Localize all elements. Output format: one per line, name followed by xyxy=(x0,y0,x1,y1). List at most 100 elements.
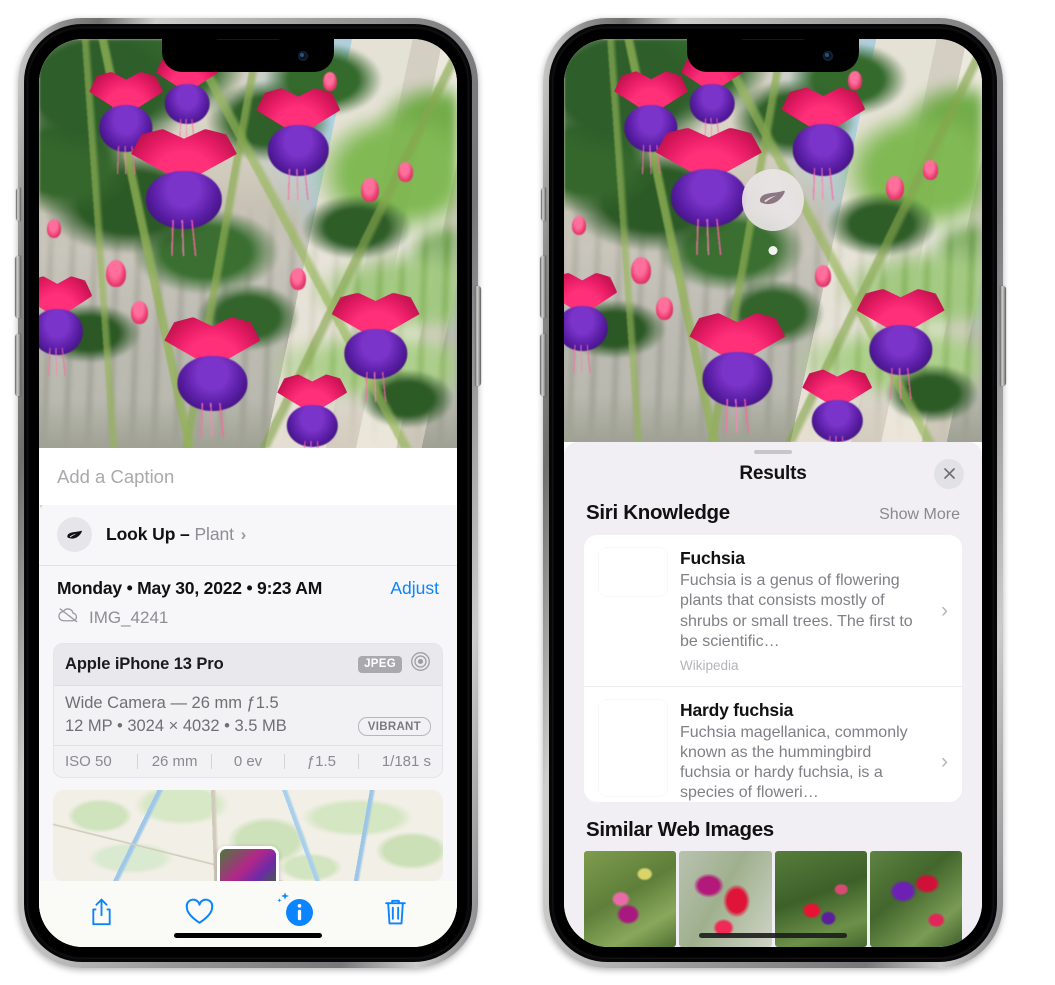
exif-lens-info: Wide Camera — 26 mm ƒ1.5 12 MP • 3024 × … xyxy=(54,686,442,745)
fuchsia-bud xyxy=(923,159,939,180)
favorite-button[interactable] xyxy=(184,898,215,926)
photo-datetime: Monday • May 30, 2022 • 9:23 AM xyxy=(57,578,323,598)
fuchsia-bud xyxy=(814,264,831,287)
adjust-button[interactable]: Adjust xyxy=(390,578,439,599)
icloud-slash-icon xyxy=(57,606,80,629)
side-power-button[interactable] xyxy=(475,286,481,386)
lens-line: Wide Camera — 26 mm ƒ1.5 xyxy=(65,694,279,712)
leaf-icon xyxy=(57,517,92,552)
visual-look-up-anchor-dot xyxy=(768,246,778,256)
share-button[interactable] xyxy=(88,897,115,928)
siri-knowledge-header: Siri Knowledge Show More xyxy=(564,493,982,535)
close-icon xyxy=(943,468,955,480)
fuchsia-bud xyxy=(655,296,673,320)
look-up-subject: Plant xyxy=(194,524,234,544)
fuchsia-bud xyxy=(323,71,338,91)
results-header: Results xyxy=(564,454,982,493)
fuchsia-blossom xyxy=(277,374,348,448)
siri-knowledge-title: Siri Knowledge xyxy=(586,501,730,525)
location-map-card[interactable] xyxy=(53,790,443,881)
photographic-style-badge: VIBRANT xyxy=(357,717,431,736)
exif-exposure: 0 ev xyxy=(233,753,263,770)
metadata-block: Monday • May 30, 2022 • 9:23 AM Adjust I… xyxy=(39,566,457,639)
camera-device-name: Apple iPhone 13 Pro xyxy=(65,654,224,673)
home-indicator[interactable] xyxy=(174,933,322,938)
visual-look-up-badge[interactable] xyxy=(742,169,804,232)
fuchsia-blossom xyxy=(164,317,261,437)
look-up-label: Look Up – Plant › xyxy=(106,524,246,545)
format-badge: JPEG xyxy=(358,655,402,673)
map-photo-pin[interactable] xyxy=(217,846,279,881)
volume-up-button[interactable] xyxy=(540,256,546,318)
device-screen: Add a Caption Look Up – Plant › Monday •… xyxy=(39,39,457,947)
info-button[interactable] xyxy=(277,891,314,927)
caption-placeholder: Add a Caption xyxy=(57,465,175,487)
info-scroll-area[interactable]: Look Up – Plant › Monday • May 30, 2022 … xyxy=(39,505,457,881)
similar-web-images-header: Similar Web Images xyxy=(564,802,982,851)
fuchsia-blossom xyxy=(331,292,420,403)
fuchsia-bud xyxy=(360,178,379,203)
fuchsia-bud xyxy=(130,300,148,324)
fuchsia-blossom xyxy=(39,276,93,377)
display-notch xyxy=(162,39,334,72)
mute-switch[interactable] xyxy=(541,188,546,221)
delete-button[interactable] xyxy=(383,897,408,927)
leaf-icon xyxy=(756,181,790,220)
photo-viewer[interactable] xyxy=(39,39,457,448)
fuchsia-bud xyxy=(630,256,651,284)
web-image-4[interactable] xyxy=(869,850,962,947)
volume-down-button[interactable] xyxy=(540,334,546,396)
knowledge-title: Hardy fuchsia xyxy=(680,699,794,720)
fuchsia-bud xyxy=(885,176,904,201)
device-screen: Results Siri Knowledge Show More Fuchsia… xyxy=(564,39,982,947)
close-button[interactable] xyxy=(934,458,964,489)
web-image-1[interactable] xyxy=(584,850,677,947)
show-more-button[interactable]: Show More xyxy=(879,506,960,524)
fuchsia-bud xyxy=(289,268,306,291)
aperture-icon xyxy=(410,651,431,677)
screenshot-root: Add a Caption Look Up – Plant › Monday •… xyxy=(0,0,1055,985)
volume-up-button[interactable] xyxy=(15,256,21,318)
exif-card[interactable]: Apple iPhone 13 Pro JPEG Wide Camera — 2… xyxy=(53,643,443,778)
knowledge-title: Fuchsia xyxy=(680,548,745,569)
iphone-right-visual-lookup: Results Siri Knowledge Show More Fuchsia… xyxy=(540,18,1006,968)
front-camera xyxy=(823,51,833,61)
fuchsia-bud xyxy=(398,161,414,182)
results-sheet: Results Siri Knowledge Show More Fuchsia… xyxy=(564,442,982,947)
fuchsia-blossom xyxy=(256,88,341,201)
fuchsia-blossom xyxy=(802,369,873,442)
fuchsia-bud xyxy=(848,71,863,91)
fuchsia-blossom xyxy=(564,272,618,373)
chevron-right-icon: › xyxy=(941,598,948,622)
exif-focal-length: 26 mm xyxy=(151,753,198,770)
knowledge-source: Wikipedia xyxy=(680,657,739,673)
knowledge-thumbnail xyxy=(599,700,667,796)
fuchsia-bud xyxy=(47,218,62,238)
exif-aperture: ƒ1.5 xyxy=(306,753,337,770)
side-power-button[interactable] xyxy=(1000,286,1006,386)
look-up-row[interactable]: Look Up – Plant › xyxy=(39,505,457,566)
sparkles-icon xyxy=(39,505,52,520)
chevron-right-icon: › xyxy=(240,525,247,544)
photo-info-sheet: Add a Caption Look Up – Plant › Monday •… xyxy=(39,448,457,947)
knowledge-item-fuchsia[interactable]: Fuchsia Fuchsia is a genus of flowering … xyxy=(584,535,962,686)
knowledge-item-hardy-fuchsia[interactable]: Hardy fuchsia Fuchsia magellanica, commo… xyxy=(584,685,962,802)
resolution-line: 12 MP • 3024 × 4032 • 3.5 MB xyxy=(65,717,287,735)
siri-knowledge-card: Fuchsia Fuchsia is a genus of flowering … xyxy=(584,535,962,802)
exif-shutter-speed: 1/181 s xyxy=(381,753,432,770)
iphone-left-photos-info: Add a Caption Look Up – Plant › Monday •… xyxy=(15,18,481,968)
fuchsia-blossom xyxy=(130,128,237,256)
fuchsia-blossom xyxy=(856,288,945,399)
volume-down-button[interactable] xyxy=(15,334,21,396)
knowledge-description: Fuchsia is a genus of flowering plants t… xyxy=(680,572,913,650)
caption-field[interactable]: Add a Caption xyxy=(39,448,457,505)
mute-switch[interactable] xyxy=(16,188,21,221)
chevron-right-icon: › xyxy=(941,750,948,774)
exif-iso: ISO 50 xyxy=(65,753,112,770)
fuchsia-blossom xyxy=(781,87,866,200)
display-notch xyxy=(687,39,859,72)
photo-viewer[interactable] xyxy=(564,39,982,442)
fuchsia-blossom xyxy=(689,313,786,433)
earpiece-speaker xyxy=(215,39,281,40)
home-indicator[interactable] xyxy=(699,933,847,938)
